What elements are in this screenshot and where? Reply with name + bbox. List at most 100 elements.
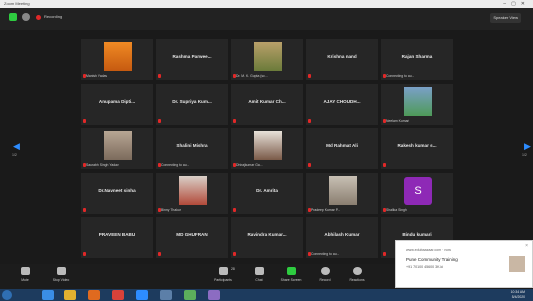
participant-tile[interactable]: Dr.Navneet sinha bbox=[80, 171, 154, 215]
participant-name: Ravindra Kumar... bbox=[247, 232, 287, 237]
participant-name: AJAY CHOUDH... bbox=[323, 98, 361, 104]
windows-taskbar: 10:34 AM 5/4/2020 bbox=[0, 289, 533, 301]
app-icon[interactable] bbox=[208, 290, 220, 300]
muted-mic-icon bbox=[83, 118, 86, 123]
start-button[interactable] bbox=[2, 290, 12, 300]
muted-mic-icon bbox=[233, 207, 236, 212]
muted-mic-icon bbox=[308, 74, 311, 78]
participant-label: Dr. M. K. Gupta (sc... bbox=[236, 74, 268, 78]
participant-tile[interactable]: Ravindra Kumar... bbox=[230, 216, 304, 259]
window-titlebar: Zoom Meeting –▢✕ bbox=[0, 0, 533, 8]
participant-label: Connecting to au... bbox=[161, 163, 190, 167]
participant-tile[interactable]: Dr. M. K. Gupta (sc... bbox=[230, 38, 304, 81]
record-icon bbox=[320, 267, 330, 275]
participant-video bbox=[104, 131, 132, 160]
participant-name: Md Rahmat Ali bbox=[326, 143, 358, 148]
participant-tile[interactable]: Md Rahmat Ali bbox=[305, 127, 379, 170]
participant-name: Abhilash Kumar bbox=[324, 232, 360, 237]
participant-label: Connecting to au... bbox=[386, 74, 415, 78]
reactions-button[interactable]: Reactions bbox=[344, 267, 370, 282]
shield-icon[interactable] bbox=[9, 13, 17, 21]
share-screen-icon bbox=[286, 267, 296, 275]
notification-body: +91 70100 45600 3K.ki bbox=[406, 265, 444, 269]
chrome-icon[interactable] bbox=[112, 290, 124, 300]
media-player-icon[interactable] bbox=[88, 290, 100, 300]
folder-icon[interactable] bbox=[64, 290, 76, 300]
participant-tile[interactable]: Dr. Amrita bbox=[230, 171, 304, 215]
notification-title: Pune Community Training bbox=[406, 257, 458, 262]
mute-button[interactable]: Mute bbox=[12, 267, 38, 282]
muted-mic-icon bbox=[233, 252, 236, 256]
participant-tile[interactable]: Anupama Dipti... bbox=[80, 82, 154, 126]
participant-tile[interactable]: Krishna nand bbox=[305, 38, 379, 81]
participant-label: Neelam Kumari bbox=[386, 118, 410, 123]
participant-tile[interactable]: PRAVEEN BABU bbox=[80, 216, 154, 259]
muted-mic-icon bbox=[158, 252, 161, 256]
window-controls[interactable]: –▢✕ bbox=[503, 0, 530, 8]
participant-label: Saurabh Singh Yadav bbox=[86, 163, 119, 167]
document-icon[interactable] bbox=[160, 290, 172, 300]
participant-tile[interactable]: Shalini Mishra Connecting to au... bbox=[155, 127, 229, 170]
prev-page-button[interactable]: ◀ bbox=[13, 141, 20, 151]
participant-name: MD GHUFRAN bbox=[176, 232, 208, 237]
participant-tile[interactable]: S Shalika Singh bbox=[380, 171, 454, 215]
muted-mic-icon bbox=[83, 207, 86, 212]
participant-tile[interactable]: Neelam Kumari bbox=[380, 82, 454, 126]
participant-label: Manish Yadav bbox=[86, 74, 108, 78]
muted-mic-icon bbox=[83, 252, 86, 256]
participant-tile[interactable]: Rakesh kumar s... bbox=[380, 127, 454, 170]
participant-tile[interactable]: Amit Kumar Ch... bbox=[230, 82, 304, 126]
participant-name: Rashma Parwee... bbox=[172, 54, 212, 59]
participant-tile[interactable]: Abhilash Kumar Connecting to au... bbox=[305, 216, 379, 259]
participant-tile[interactable]: Rashma Parwee... bbox=[155, 38, 229, 81]
participant-tile[interactable]: AJAY CHOUDH... bbox=[305, 82, 379, 126]
participant-label: Pradeep Kumar P... bbox=[311, 207, 341, 212]
window-title: Zoom Meeting bbox=[4, 1, 30, 6]
next-page-button[interactable]: ▶ bbox=[524, 141, 531, 151]
participant-name: Shalini Mishra bbox=[176, 143, 208, 148]
share-screen-button[interactable]: Share Screen bbox=[278, 267, 304, 282]
video-button[interactable]: Stop Video bbox=[48, 267, 74, 282]
participant-name: Amit Kumar Ch... bbox=[248, 98, 286, 104]
participant-label: Dhirajkumar Ga... bbox=[236, 163, 263, 167]
participant-name: Dr. Amrita bbox=[256, 187, 278, 193]
participant-tile[interactable]: Dhirajkumar Ga... bbox=[230, 127, 304, 170]
chat-button[interactable]: Chat bbox=[246, 267, 272, 282]
participant-video bbox=[104, 42, 132, 71]
participant-tile[interactable]: Rajan Sharma Connecting to au... bbox=[380, 38, 454, 81]
muted-mic-icon bbox=[383, 163, 386, 167]
browser-notification[interactable]: × www.edubaazaar.com · now Pune Communit… bbox=[395, 240, 533, 288]
participants-count: 28 bbox=[231, 267, 235, 271]
zoom-app-icon[interactable] bbox=[136, 290, 148, 300]
participant-video bbox=[404, 86, 432, 116]
participant-grid: Manish Yadav Rashma Parwee... Dr. M. K. Gu… bbox=[80, 38, 455, 262]
participant-video bbox=[329, 175, 357, 205]
participant-video bbox=[254, 131, 282, 160]
muted-mic-icon bbox=[308, 163, 311, 167]
muted-mic-icon bbox=[158, 118, 161, 123]
participant-name: Rajan Sharma bbox=[401, 54, 433, 59]
recording-status: Recording bbox=[44, 14, 63, 19]
paint-icon[interactable] bbox=[184, 290, 196, 300]
participant-tile[interactable]: MD GHUFRAN bbox=[155, 216, 229, 259]
participant-tile[interactable]: Manish Yadav bbox=[80, 38, 154, 81]
notification-thumbnail bbox=[509, 256, 525, 272]
muted-mic-icon bbox=[308, 118, 311, 123]
ie-icon[interactable] bbox=[42, 290, 54, 300]
record-button[interactable]: Record bbox=[312, 267, 338, 282]
muted-mic-icon bbox=[383, 252, 386, 256]
participant-tile[interactable]: Saurabh Singh Yadav bbox=[80, 127, 154, 170]
participant-label: Binny Thakur bbox=[161, 207, 181, 212]
video-camera-icon bbox=[56, 267, 66, 275]
participant-tile[interactable]: Dr. Supriya Kum... bbox=[155, 82, 229, 126]
participant-label: Shalika Singh bbox=[386, 207, 407, 212]
recording-dot-icon bbox=[36, 15, 41, 20]
speaker-view-button[interactable]: Speaker View bbox=[490, 13, 521, 23]
participant-tile[interactable]: Binny Thakur bbox=[155, 171, 229, 215]
participant-name: PRAVEEN BABU bbox=[98, 232, 136, 237]
muted-mic-icon bbox=[158, 74, 161, 78]
close-icon[interactable]: × bbox=[525, 243, 528, 249]
participant-name: Krishna nand bbox=[327, 54, 357, 59]
participant-tile[interactable]: Pradeep Kumar P... bbox=[305, 171, 379, 215]
info-icon[interactable] bbox=[22, 13, 30, 21]
